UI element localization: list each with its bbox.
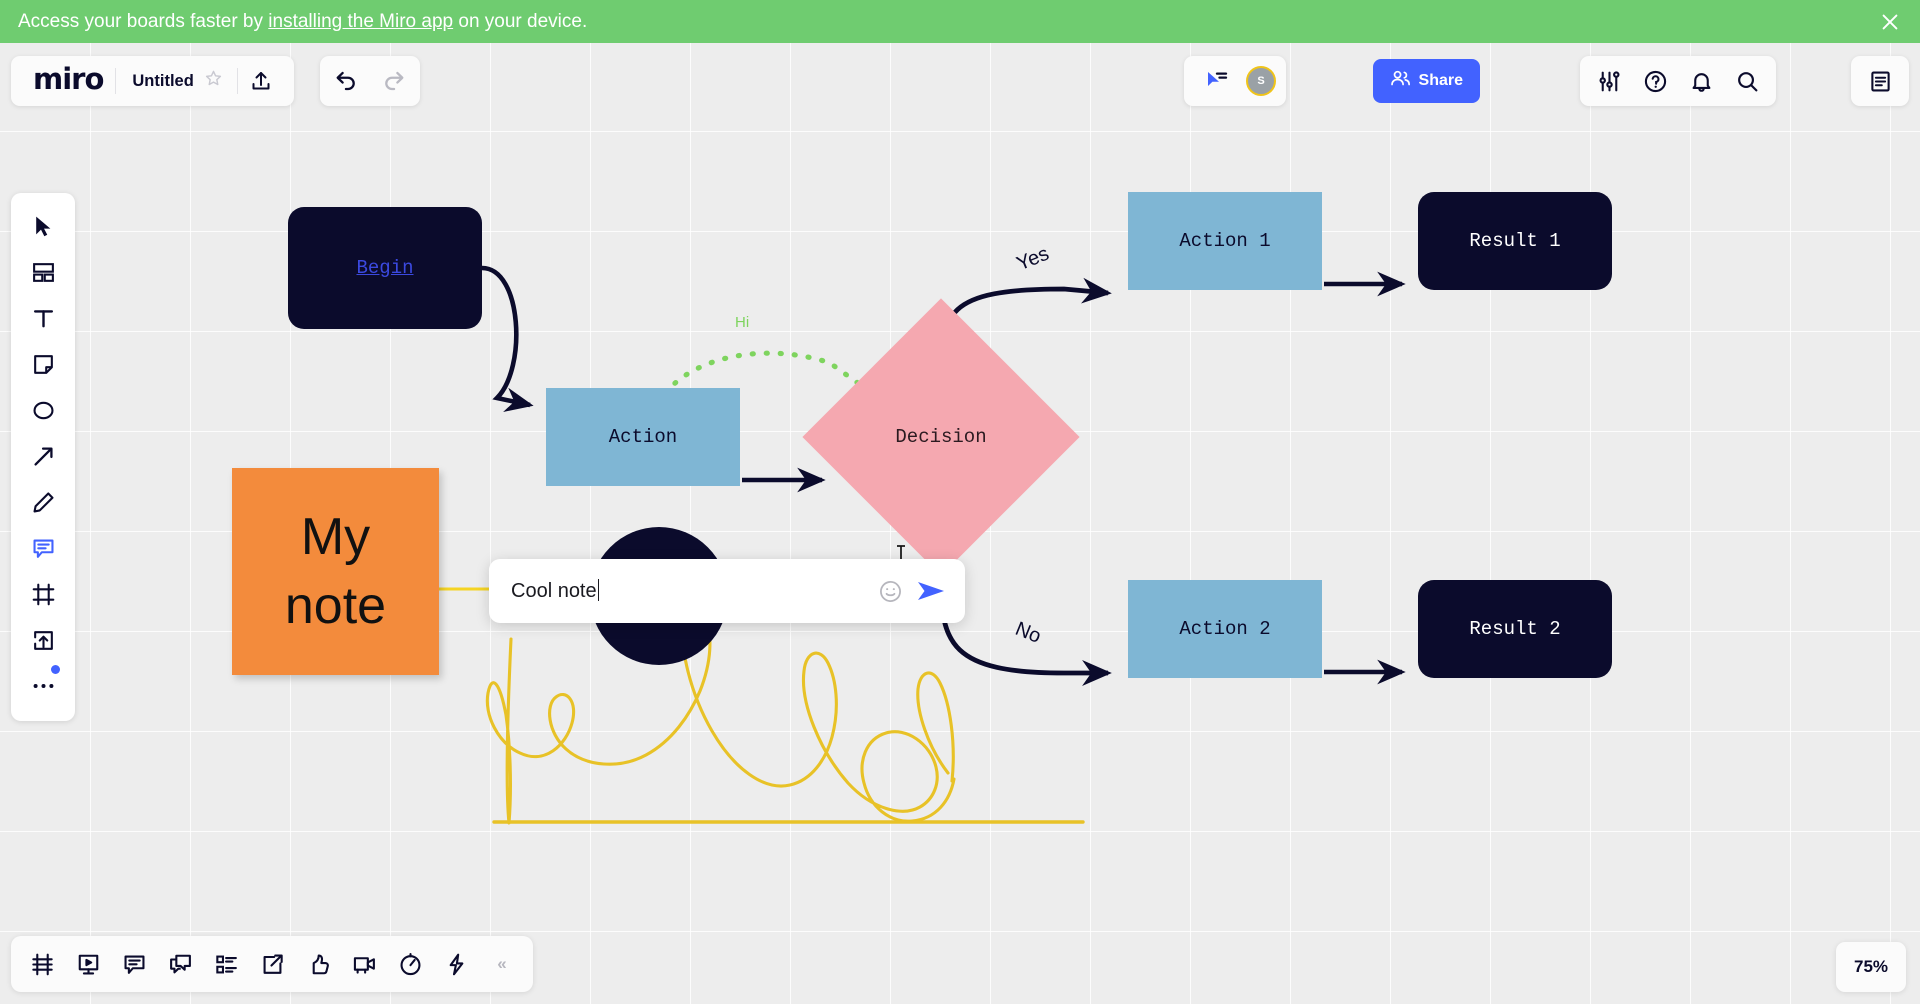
board-utilities-toolbar xyxy=(1580,56,1776,106)
bell-icon[interactable] xyxy=(1678,58,1724,104)
banner-text-before: Access your boards faster by xyxy=(18,10,269,32)
collapse-toolbar-button[interactable]: « xyxy=(479,941,525,987)
begin-node[interactable] xyxy=(288,207,482,329)
send-arrow-icon[interactable] xyxy=(911,574,951,608)
templates-tool[interactable] xyxy=(20,249,66,295)
sticky-note-my-note[interactable]: My note xyxy=(232,468,439,675)
comment-input[interactable]: Cool note xyxy=(511,579,873,603)
action-node[interactable] xyxy=(546,388,740,486)
action-2-node[interactable] xyxy=(1128,580,1322,678)
voting-button[interactable] xyxy=(295,941,341,987)
video-chat-button[interactable] xyxy=(341,941,387,987)
upload-icon[interactable] xyxy=(238,58,284,104)
redo-icon[interactable] xyxy=(370,58,416,104)
zoom-level-indicator[interactable]: 75% xyxy=(1836,942,1906,992)
connector-tool[interactable] xyxy=(20,433,66,479)
tasks-button[interactable] xyxy=(203,941,249,987)
board-toolbar-left: miro Untitled xyxy=(11,56,294,106)
question-circle-icon[interactable] xyxy=(1632,58,1678,104)
install-miro-app-link[interactable]: installing the Miro app xyxy=(268,11,453,32)
sliders-icon[interactable] xyxy=(1586,58,1632,104)
new-feature-badge xyxy=(51,665,60,674)
creation-toolbar xyxy=(11,193,75,721)
banner-text-after: on your device. xyxy=(453,10,588,32)
share-button[interactable]: Share xyxy=(1372,59,1480,103)
undo-icon[interactable] xyxy=(324,58,370,104)
undo-redo-toolbar xyxy=(320,56,420,106)
miro-logo[interactable]: miro xyxy=(21,62,115,100)
timer-button[interactable] xyxy=(387,941,433,987)
cursor-select-tool[interactable] xyxy=(20,203,66,249)
upload-tool[interactable] xyxy=(20,617,66,663)
sticky-note-line-1: My xyxy=(300,507,371,566)
search-icon[interactable] xyxy=(1724,58,1770,104)
star-outline-icon[interactable] xyxy=(204,69,237,93)
sticky-note-tool[interactable] xyxy=(20,341,66,387)
chat-button[interactable] xyxy=(157,941,203,987)
collaboration-toolbar: « xyxy=(11,936,533,992)
text-tool[interactable] xyxy=(20,295,66,341)
board-title[interactable]: Untitled xyxy=(116,72,203,91)
app-install-banner: Access your boards faster by installing … xyxy=(0,0,1920,43)
shapes-tool[interactable] xyxy=(20,387,66,433)
avatar[interactable]: S xyxy=(1246,66,1276,96)
result-1-node[interactable] xyxy=(1418,192,1612,290)
comment-composer[interactable]: Cool note xyxy=(489,559,965,623)
cursor-chat-icon[interactable] xyxy=(1194,58,1240,104)
frames-panel-button[interactable] xyxy=(19,941,65,987)
banner-message: Access your boards faster by installing … xyxy=(18,11,587,33)
apps-button[interactable] xyxy=(433,941,479,987)
collaborators-toolbar: S xyxy=(1184,56,1286,106)
edge-label-hi: Hi xyxy=(735,314,750,331)
close-icon[interactable] xyxy=(1876,8,1904,36)
board-canvas[interactable]: Begin Action Decision Action 1 Result 1 Actio… xyxy=(0,43,1920,1004)
emoji-smiley-icon[interactable] xyxy=(873,574,907,608)
share-button-label: Share xyxy=(1418,72,1463,89)
notes-panel-toolbar xyxy=(1851,56,1909,106)
export-button[interactable] xyxy=(249,941,295,987)
comment-tool[interactable] xyxy=(20,525,66,571)
result-2-node[interactable] xyxy=(1418,580,1612,678)
comments-panel-button[interactable] xyxy=(111,941,157,987)
frame-tool[interactable] xyxy=(20,571,66,617)
sticky-note-line-2: note xyxy=(284,576,387,635)
presentation-button[interactable] xyxy=(65,941,111,987)
pen-tool[interactable] xyxy=(20,479,66,525)
text-caret xyxy=(597,579,600,601)
more-tools[interactable] xyxy=(20,663,66,709)
people-icon xyxy=(1390,69,1411,93)
comment-input-value: Cool note xyxy=(511,580,597,602)
action-1-node[interactable] xyxy=(1128,192,1322,290)
document-icon[interactable] xyxy=(1857,58,1903,104)
